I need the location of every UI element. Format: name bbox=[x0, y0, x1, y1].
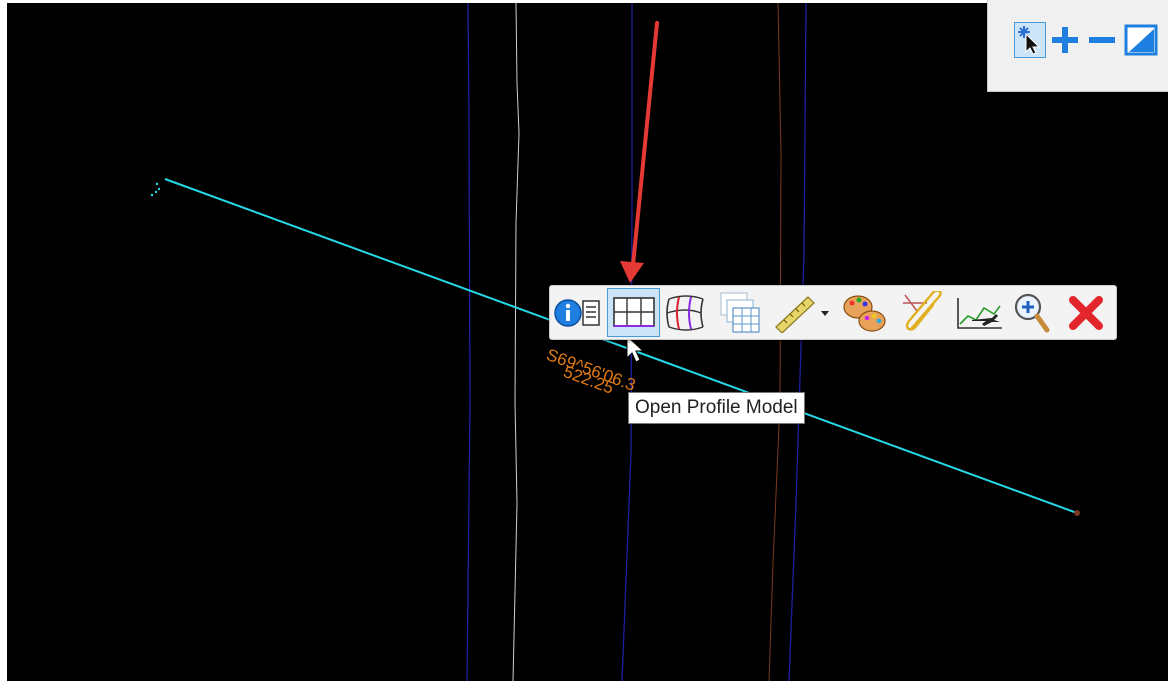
element-select-icon[interactable] bbox=[1014, 22, 1046, 58]
fit-view-icon[interactable] bbox=[1124, 22, 1168, 58]
start-dot bbox=[150, 193, 154, 197]
centerline bbox=[768, 3, 782, 681]
open-3d-model-icon bbox=[666, 294, 704, 331]
measure-dropdown[interactable] bbox=[818, 288, 832, 337]
attach-paperclip-icon bbox=[903, 290, 942, 331]
alignment-end-point bbox=[1074, 510, 1080, 516]
tooltip: Open Profile Model bbox=[628, 392, 805, 424]
close-toolbar-button[interactable] bbox=[1060, 288, 1112, 337]
cross-sections-icon bbox=[720, 292, 760, 333]
element-info-icon bbox=[554, 298, 600, 327]
zoom-out-icon[interactable] bbox=[1087, 22, 1117, 58]
zoom-in-icon[interactable] bbox=[1050, 22, 1080, 58]
measure-ruler-icon bbox=[775, 295, 815, 333]
drawing-canvas bbox=[150, 3, 1080, 681]
pointer-arrow-shaft bbox=[631, 21, 659, 267]
open-profile-model-button[interactable] bbox=[607, 288, 660, 337]
palette-icon bbox=[843, 294, 886, 332]
view-controls-panel bbox=[987, 0, 1168, 92]
start-dot bbox=[154, 190, 158, 194]
close-icon bbox=[1069, 295, 1103, 330]
start-dot bbox=[157, 187, 161, 191]
open-3d-model-button[interactable] bbox=[661, 288, 711, 337]
element-context-toolbar bbox=[549, 285, 1117, 340]
flyover-icon bbox=[957, 297, 1002, 329]
row-line-right-b bbox=[788, 3, 807, 681]
zoom-to-icon bbox=[1014, 293, 1050, 332]
alignment-line bbox=[164, 178, 1078, 514]
palette-button[interactable] bbox=[838, 288, 890, 337]
dropdown-arrow-icon bbox=[821, 310, 829, 316]
zoom-to-button[interactable] bbox=[1008, 288, 1056, 337]
drawing-viewport[interactable]: S69^56'06.3 522.25 bbox=[7, 3, 1168, 681]
edge-line bbox=[512, 3, 520, 681]
cross-sections-button[interactable] bbox=[715, 288, 765, 337]
attach-button[interactable] bbox=[894, 288, 950, 337]
measure-button[interactable] bbox=[770, 288, 818, 337]
element-info-button[interactable] bbox=[552, 288, 604, 337]
start-dot bbox=[155, 182, 159, 186]
open-profile-model-icon bbox=[612, 296, 655, 327]
pointer-arrow-head bbox=[620, 261, 644, 283]
flyover-button[interactable] bbox=[952, 288, 1006, 337]
row-line-left bbox=[466, 3, 471, 681]
